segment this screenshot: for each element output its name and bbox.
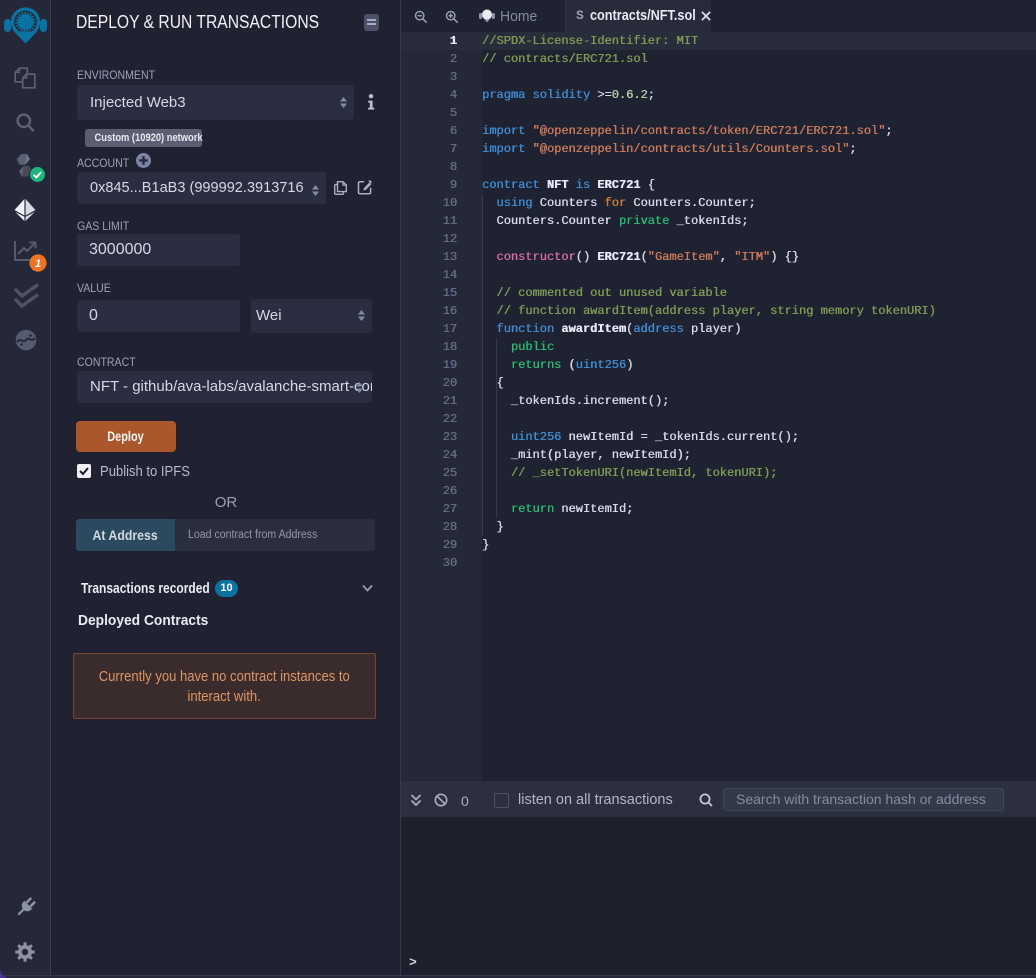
svg-text:1: 1	[35, 258, 41, 270]
